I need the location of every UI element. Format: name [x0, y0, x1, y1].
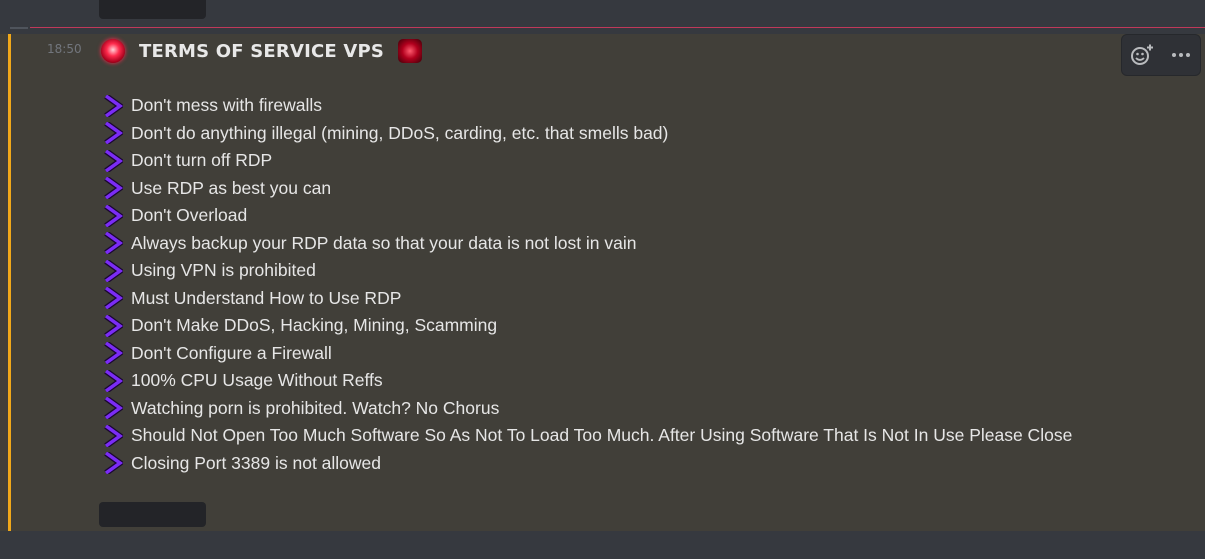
rule-item: Don't turn off RDP — [103, 147, 1072, 175]
rule-item: Should Not Open Too Much Software So As … — [103, 422, 1072, 450]
rule-item: Closing Port 3389 is not allowed — [103, 450, 1072, 478]
rule-text: Closing Port 3389 is not allowed — [131, 452, 382, 473]
rules-list: Don't mess with firewalls Don't do anythi… — [103, 92, 1072, 477]
rule-text: Watching porn is prohibited. Watch? No C… — [131, 397, 500, 418]
redacted-block — [99, 502, 206, 527]
message-container[interactable]: 18:50 TERMS OF SERVICE VPS Don't mess wi… — [0, 34, 1205, 531]
chevron-right-icon — [104, 369, 123, 392]
rule-item: Watching porn is prohibited. Watch? No C… — [103, 395, 1072, 423]
chevron-right-icon — [104, 342, 123, 365]
rule-text: Should Not Open Too Much Software So As … — [131, 425, 1073, 446]
red-siren-icon — [398, 39, 423, 63]
rule-text: Don't turn off RDP — [131, 150, 273, 171]
chevron-right-icon — [104, 204, 123, 227]
message-timestamp[interactable]: 18:50 — [47, 42, 82, 56]
rule-item: Must Understand How to Use RDP — [103, 285, 1072, 313]
divider-left-segment — [10, 27, 28, 29]
chat-bottom-area — [0, 531, 1205, 559]
new-messages-divider — [30, 27, 1205, 28]
chevron-right-icon — [104, 259, 123, 282]
rule-text: Use RDP as best you can — [131, 177, 332, 198]
rule-item: Use RDP as best you can — [103, 175, 1072, 203]
previous-message-area — [0, 0, 1205, 34]
rule-item: Always backup your RDP data so that your… — [103, 230, 1072, 258]
more-options-icon — [1171, 53, 1190, 57]
rule-item: 100% CPU Usage Without Reffs — [103, 367, 1072, 395]
rule-text: 100% CPU Usage Without Reffs — [131, 370, 383, 391]
chevron-right-icon — [104, 232, 123, 255]
chevron-right-icon — [104, 94, 123, 117]
rule-text: Don't do anything illegal (mining, DDoS,… — [131, 122, 669, 143]
chevron-right-icon — [104, 424, 123, 447]
chevron-right-icon — [104, 149, 123, 172]
chevron-right-icon — [104, 397, 123, 420]
rule-item: Don't mess with firewalls — [103, 92, 1072, 120]
more-options-button[interactable] — [1167, 41, 1195, 69]
add-reaction-button[interactable] — [1128, 41, 1156, 69]
rule-item: Using VPN is prohibited — [103, 257, 1072, 285]
rule-text: Using VPN is prohibited — [131, 260, 316, 281]
message-title: TERMS OF SERVICE VPS — [139, 40, 385, 62]
chevron-right-icon — [104, 452, 123, 475]
rule-text: Always backup your RDP data so that your… — [131, 232, 637, 253]
rule-item: Don't Configure a Firewall — [103, 340, 1072, 368]
rule-item: Don't Make DDoS, Hacking, Mining, Scammi… — [103, 312, 1072, 340]
rule-text: Must Understand How to Use RDP — [131, 287, 402, 308]
chevron-right-icon — [104, 177, 123, 200]
redacted-block — [99, 0, 206, 19]
rotating-light-icon — [101, 39, 125, 63]
chevron-right-icon — [104, 314, 123, 337]
message-toolbar — [1121, 34, 1201, 76]
add-reaction-icon — [1130, 44, 1153, 65]
chevron-right-icon — [104, 287, 123, 310]
rule-text: Don't Make DDoS, Hacking, Mining, Scammi… — [131, 315, 498, 336]
message-title-row: TERMS OF SERVICE VPS — [101, 38, 423, 64]
rule-item: Don't do anything illegal (mining, DDoS,… — [103, 120, 1072, 148]
chevron-right-icon — [104, 122, 123, 145]
rule-text: Don't Configure a Firewall — [131, 342, 332, 363]
rule-item: Don't Overload — [103, 202, 1072, 230]
rule-text: Don't mess with firewalls — [131, 95, 323, 116]
rule-text: Don't Overload — [131, 205, 248, 226]
mention-highlight-bar — [8, 34, 11, 531]
